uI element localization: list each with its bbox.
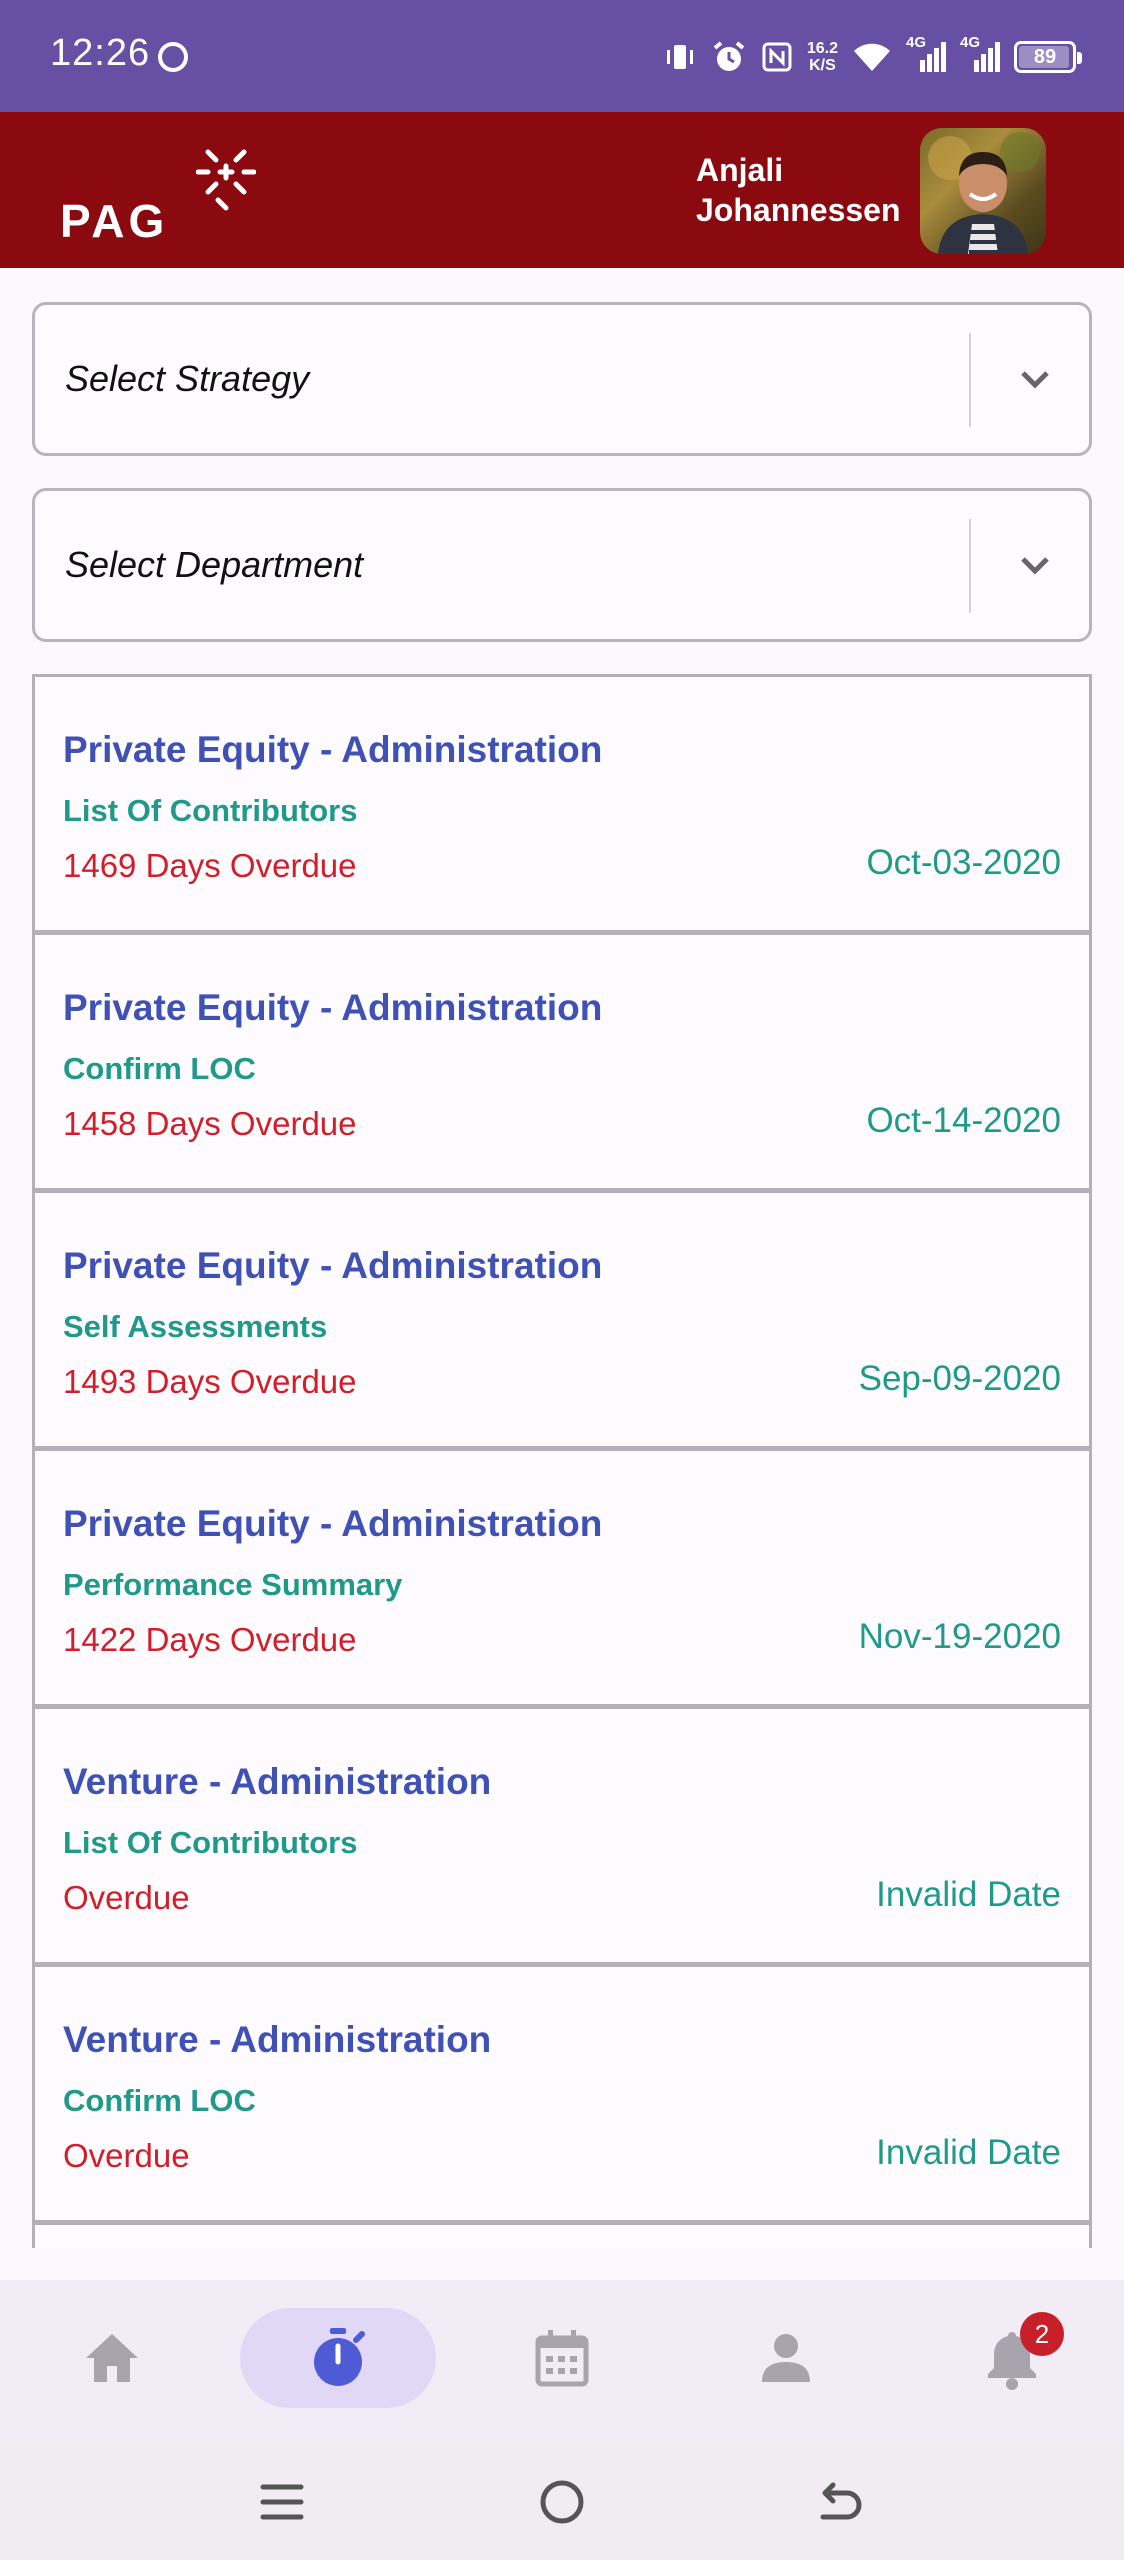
home-circle-icon — [540, 2480, 584, 2524]
network-type-2: 4G — [960, 34, 981, 51]
list-item[interactable]: Private Equity - Administration Confirm … — [35, 935, 1089, 1193]
signal-icon: 4G — [906, 34, 946, 74]
menu-icon — [260, 2484, 304, 2520]
bottom-navigation: 2 — [0, 2280, 1124, 2442]
task-overdue: 1493 Days Overdue — [63, 1363, 357, 1400]
list-item[interactable]: Private Equity - Administration Self Ass… — [35, 1193, 1089, 1451]
task-overdue: Overdue — [63, 1879, 190, 1916]
avatar-photo — [928, 132, 1040, 254]
network-type-1: 4G — [906, 34, 927, 51]
timer-icon — [314, 2328, 365, 2386]
task-subtitle: Performance Summary — [63, 1567, 403, 1602]
task-subtitle: List Of Contributors — [63, 793, 358, 828]
task-subtitle: Confirm LOC — [63, 1051, 256, 1086]
task-date: Oct-14-2020 — [866, 1101, 1061, 1140]
list-item[interactable]: Venture - Administration Confirm LOC Ove… — [35, 1967, 1089, 2225]
task-date: Invalid Date — [876, 2133, 1061, 2172]
department-select-value: Select Department — [65, 544, 364, 585]
speed-unit: K/S — [809, 57, 836, 74]
menu-button[interactable] — [252, 2472, 312, 2532]
calendar-icon — [535, 2330, 589, 2387]
signal-icon: 4G — [960, 34, 1000, 74]
logo-text: PAG — [60, 195, 169, 247]
list-item-partial[interactable] — [35, 2225, 1089, 2248]
system-navigation — [0, 2442, 1124, 2560]
task-subtitle: Self Assessments — [63, 1309, 328, 1344]
status-icons: 16.2 K/S 4G 4G 89 — [663, 30, 1082, 84]
logo-mark-icon — [196, 149, 256, 211]
chevron-down-icon[interactable] — [1015, 359, 1055, 399]
nav-calendar[interactable] — [464, 2308, 660, 2408]
task-title: Private Equity - Administration — [63, 729, 603, 770]
app-header: PAG Anjali Johannessen — [0, 112, 1124, 268]
list-item[interactable]: Venture - Administration List Of Contrib… — [35, 1709, 1089, 1967]
task-subtitle: List Of Contributors — [63, 1825, 358, 1860]
user-first-name: Anjali — [696, 152, 784, 188]
task-date: Nov-19-2020 — [858, 1617, 1061, 1656]
alarm-icon — [711, 39, 747, 75]
home-button[interactable] — [532, 2472, 592, 2532]
task-overdue: Overdue — [63, 2137, 190, 2174]
nav-notifications[interactable] — [914, 2308, 1110, 2408]
battery-icon: 89 — [1014, 41, 1082, 73]
wifi-icon — [852, 41, 892, 73]
avatar[interactable] — [920, 128, 1046, 254]
task-title: Venture - Administration — [63, 1761, 492, 1802]
notification-badge: 2 — [1020, 2312, 1064, 2356]
task-date: Sep-09-2020 — [858, 1359, 1061, 1398]
face-icon — [158, 42, 188, 72]
speed-indicator: 16.2 K/S — [807, 40, 838, 74]
person-icon — [762, 2334, 810, 2382]
nav-profile[interactable] — [688, 2308, 884, 2408]
task-list[interactable]: Private Equity - Administration List Of … — [32, 674, 1092, 2248]
task-title: Venture - Administration — [63, 2019, 492, 2060]
chevron-down-icon[interactable] — [1015, 545, 1055, 585]
nav-home[interactable] — [14, 2308, 210, 2408]
task-title: Private Equity - Administration — [63, 1503, 603, 1544]
back-icon — [820, 2482, 862, 2520]
nfc-icon — [761, 41, 793, 73]
list-item[interactable]: Private Equity - Administration List Of … — [35, 677, 1089, 935]
task-overdue: 1458 Days Overdue — [63, 1105, 357, 1142]
user-name: Anjali Johannessen — [696, 150, 916, 230]
vibrate-icon — [663, 40, 697, 74]
task-overdue: 1469 Days Overdue — [63, 847, 357, 884]
status-time: 12:26 — [50, 32, 151, 74]
home-icon — [86, 2334, 138, 2382]
select-divider — [969, 519, 971, 613]
battery-level: 89 — [1033, 45, 1057, 68]
strategy-select-value: Select Strategy — [65, 358, 310, 399]
department-select[interactable]: Select Department — [32, 488, 1092, 642]
task-subtitle: Confirm LOC — [63, 2083, 256, 2118]
select-divider — [969, 333, 971, 427]
strategy-select[interactable]: Select Strategy — [32, 302, 1092, 456]
status-bar: 12:26 16.2 K/S 4G 4G 89 — [0, 0, 1124, 112]
list-item[interactable]: Private Equity - Administration Performa… — [35, 1451, 1089, 1709]
nav-timer[interactable] — [240, 2308, 436, 2408]
speed-value: 16.2 — [806, 40, 838, 57]
pag-logo[interactable]: PAG — [60, 142, 260, 247]
back-button[interactable] — [812, 2472, 872, 2532]
task-title: Private Equity - Administration — [63, 987, 603, 1028]
task-date: Invalid Date — [876, 1875, 1061, 1914]
task-title: Private Equity - Administration — [63, 1245, 603, 1286]
user-last-name: Johannessen — [696, 192, 901, 228]
task-overdue: 1422 Days Overdue — [63, 1621, 357, 1658]
task-date: Oct-03-2020 — [866, 843, 1061, 882]
